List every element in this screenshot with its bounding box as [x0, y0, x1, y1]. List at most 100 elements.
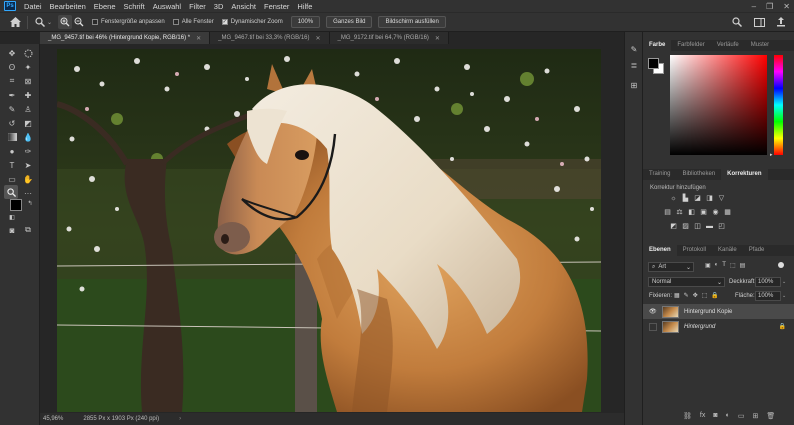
- close-tab-icon[interactable]: ✕: [316, 35, 321, 42]
- gradient-map-icon[interactable]: ▬: [705, 222, 714, 230]
- close-tab-icon[interactable]: ✕: [435, 35, 440, 42]
- checkbox-box[interactable]: [92, 19, 99, 25]
- layer-row[interactable]: Hintergrund 🔒: [643, 319, 794, 334]
- tab-document-3[interactable]: _MG_9172.tif bei 64,7% (RGB/16) ✕: [329, 32, 449, 44]
- close-tab-icon[interactable]: ✕: [196, 35, 201, 42]
- tab-kanaele[interactable]: Kanäle: [712, 245, 743, 256]
- hue-saturation-icon[interactable]: ▤: [663, 208, 672, 216]
- menu-datei[interactable]: Datei: [20, 0, 46, 13]
- menu-hilfe[interactable]: Hilfe: [293, 0, 316, 13]
- chevron-down-icon[interactable]: ⌄: [782, 293, 786, 299]
- add-mask-icon[interactable]: ◙: [713, 412, 717, 420]
- clone-stamp-icon[interactable]: ♙: [22, 104, 34, 114]
- foreground-color-swatch[interactable]: [10, 199, 22, 211]
- menu-schrift[interactable]: Schrift: [119, 0, 148, 13]
- move-tool-icon[interactable]: ✥: [6, 48, 18, 58]
- exposure-icon[interactable]: ◨: [705, 194, 714, 202]
- selective-color-icon[interactable]: ◰: [717, 222, 726, 230]
- lock-position-icon[interactable]: ✥: [693, 292, 698, 299]
- crop-tool-icon[interactable]: ⌗: [6, 76, 18, 86]
- quick-mask-icon[interactable]: ◙: [6, 225, 18, 235]
- delete-layer-icon[interactable]: 🗑: [766, 412, 775, 420]
- tab-muster[interactable]: Muster: [745, 40, 775, 51]
- path-selection-icon[interactable]: ➤: [22, 160, 34, 170]
- new-group-icon[interactable]: ▭: [738, 412, 745, 420]
- layer-name[interactable]: Hintergrund Kopie: [684, 309, 732, 315]
- lock-artboard-icon[interactable]: ⬚: [702, 292, 708, 299]
- tab-training[interactable]: Training: [643, 169, 676, 180]
- fill-input[interactable]: 100%: [755, 291, 781, 301]
- invert-icon[interactable]: ◩: [669, 222, 678, 230]
- menu-ebene[interactable]: Ebene: [90, 0, 120, 13]
- tab-document-2[interactable]: _MG_9467.tif bei 33,3% (RGB/16) ✕: [210, 32, 330, 44]
- share-icon[interactable]: [774, 15, 788, 29]
- color-lookup-icon[interactable]: ▦: [723, 208, 732, 216]
- search-icon[interactable]: [730, 15, 744, 29]
- zoom-tool-active-icon[interactable]: [4, 185, 18, 199]
- document-image[interactable]: [57, 49, 601, 412]
- pixel-filter-icon[interactable]: ▣: [705, 262, 711, 269]
- history-brush-icon[interactable]: ↺: [6, 118, 18, 128]
- tab-farbe[interactable]: Farbe: [643, 40, 672, 51]
- tab-korrekturen[interactable]: Korrekturen: [721, 169, 768, 180]
- eraser-icon[interactable]: ◩: [22, 118, 34, 128]
- default-colors-icon[interactable]: ◧: [6, 212, 18, 222]
- menu-filter[interactable]: Filter: [185, 0, 210, 13]
- black-white-icon[interactable]: ◧: [687, 208, 696, 216]
- panel-foreground-swatch[interactable]: [648, 58, 659, 69]
- healing-brush-icon[interactable]: ✚: [22, 90, 34, 100]
- smart-object-filter-icon[interactable]: ▤: [740, 262, 746, 269]
- hand-tool-icon[interactable]: ✋: [22, 174, 34, 184]
- zoom-100-button[interactable]: 100%: [290, 16, 321, 28]
- threshold-icon[interactable]: ◫: [693, 222, 702, 230]
- posterize-icon[interactable]: ▨: [681, 222, 690, 230]
- shape-tool-icon[interactable]: ▭: [6, 174, 18, 184]
- fill-screen-button[interactable]: Bildschirm ausfüllen: [378, 16, 446, 28]
- properties-icon[interactable]: ≣: [628, 60, 640, 70]
- checkbox-checked[interactable]: ✓: [221, 19, 228, 25]
- filter-toggle-icon[interactable]: [778, 262, 784, 268]
- brush-settings-icon[interactable]: ✎: [628, 44, 640, 54]
- channel-mixer-icon[interactable]: ◉: [711, 208, 720, 216]
- layer-filter-select[interactable]: ⌕ Art ⌄: [648, 262, 694, 272]
- tab-farbfelder[interactable]: Farbfelder: [671, 40, 710, 51]
- adjustment-layer-icon[interactable]: ◐: [726, 412, 730, 420]
- color-balance-icon[interactable]: ⚖: [675, 208, 684, 216]
- chevron-down-icon[interactable]: ⌄: [782, 279, 786, 285]
- tab-verlaeufe[interactable]: Verläufe: [711, 40, 745, 51]
- zoom-level[interactable]: 45,96%: [43, 416, 63, 422]
- layer-row-selected[interactable]: 👁 Hintergrund Kopie: [643, 304, 794, 319]
- color-picker-field[interactable]: [670, 55, 767, 155]
- link-layers-icon[interactable]: ⛓: [683, 412, 692, 420]
- scrubby-zoom-checkbox[interactable]: ✓ Dynamischer Zoom: [221, 19, 283, 25]
- home-icon[interactable]: [8, 15, 22, 29]
- tab-pfade[interactable]: Pfade: [743, 245, 771, 256]
- tab-document-1[interactable]: _MG_9457.tif bei 46% (Hintergrund Kopie,…: [40, 32, 211, 44]
- menu-ansicht[interactable]: Ansicht: [227, 0, 260, 13]
- more-tools-icon[interactable]: ···: [22, 188, 34, 198]
- status-arrow-icon[interactable]: ›: [179, 416, 181, 422]
- fit-screen-button[interactable]: Ganzes Bild: [326, 16, 373, 28]
- levels-icon[interactable]: ▙: [681, 194, 690, 202]
- brush-tool-icon[interactable]: ✎: [6, 104, 18, 114]
- brightness-icon[interactable]: ☼: [669, 194, 678, 202]
- opacity-input[interactable]: 100%: [755, 277, 781, 287]
- lock-pixels-icon[interactable]: ✎: [684, 292, 689, 299]
- type-filter-icon[interactable]: T: [722, 262, 726, 269]
- magic-wand-icon[interactable]: ✦: [22, 62, 34, 72]
- close-button[interactable]: ✕: [783, 2, 790, 11]
- minimize-button[interactable]: –: [752, 2, 756, 11]
- eye-icon[interactable]: 👁: [649, 308, 657, 315]
- checkbox-box[interactable]: [172, 19, 179, 25]
- photo-filter-icon[interactable]: ▣: [699, 208, 708, 216]
- menu-3d[interactable]: 3D: [210, 0, 228, 13]
- blur-tool-icon[interactable]: 💧: [22, 132, 34, 142]
- dodge-tool-icon[interactable]: ●: [6, 146, 18, 156]
- frame-tool-icon[interactable]: ⊠: [22, 76, 34, 86]
- visibility-toggle[interactable]: [649, 322, 657, 331]
- lock-all-icon[interactable]: 🔒: [711, 292, 718, 299]
- blend-mode-select[interactable]: Normal ⌄: [648, 277, 725, 287]
- type-tool-icon[interactable]: T: [6, 160, 18, 170]
- all-windows-checkbox[interactable]: Alle Fenster: [172, 19, 214, 25]
- adjustment-filter-icon[interactable]: ◐: [715, 262, 719, 269]
